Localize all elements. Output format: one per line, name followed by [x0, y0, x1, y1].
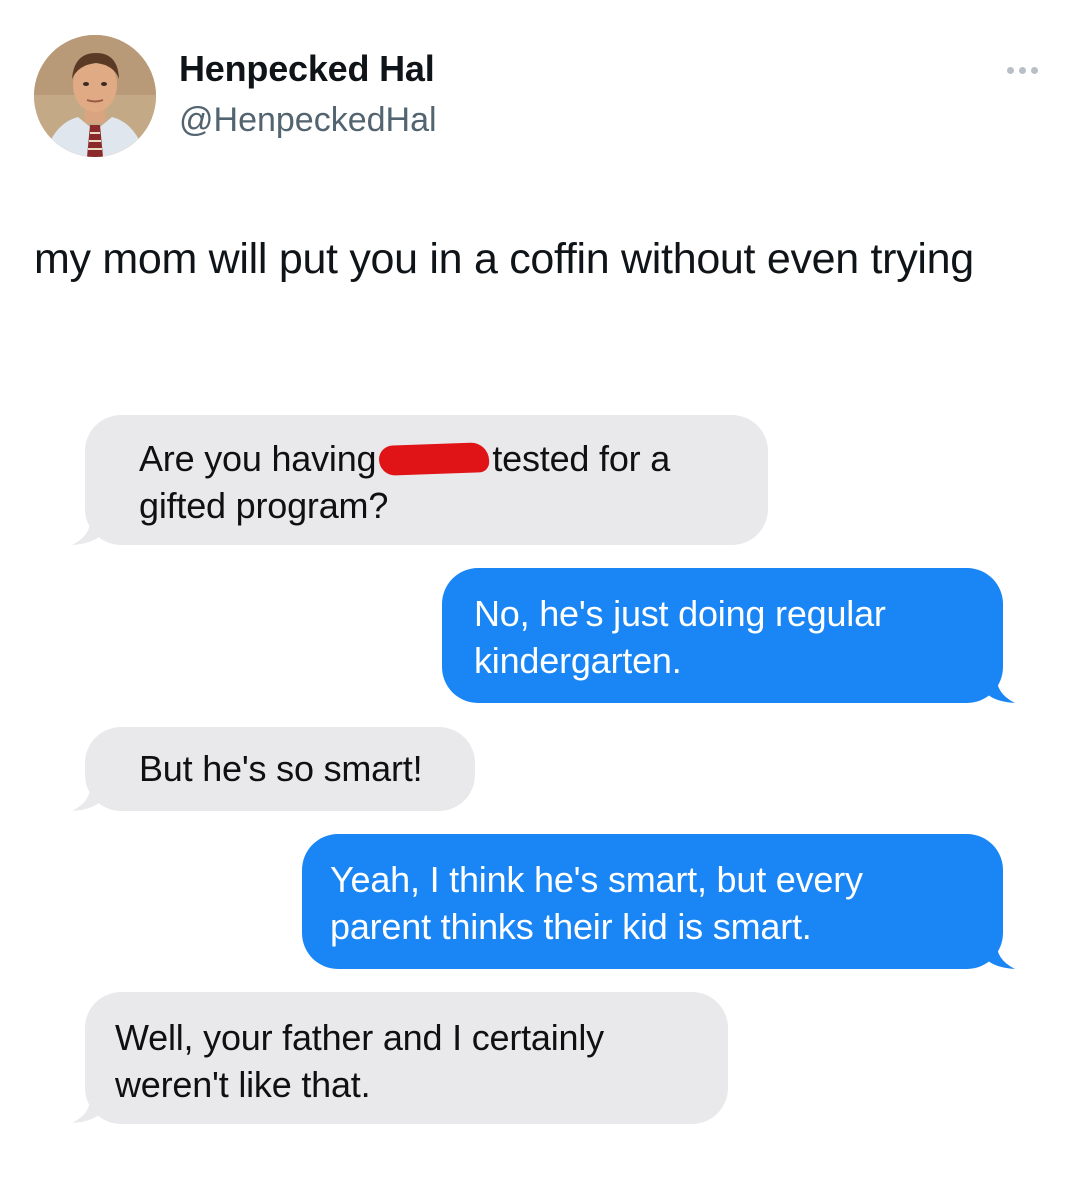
more-options-button[interactable] — [998, 54, 1046, 86]
bubble-tail-icon — [72, 1095, 104, 1123]
bubble-tail-icon — [72, 783, 104, 811]
message-text: parent thinks their kid is smart. — [330, 906, 812, 947]
outgoing-message-bubble: Yeah, I think he's smart, but every pare… — [302, 834, 1003, 969]
incoming-message-bubble: But he's so smart! — [85, 727, 475, 811]
more-dots-icon — [1018, 66, 1026, 74]
message-text: But he's so smart! — [139, 748, 423, 789]
more-dots-icon — [1030, 66, 1038, 74]
bubble-tail-icon — [983, 941, 1015, 969]
message-text: kindergarten. — [474, 640, 682, 681]
message-text: Yeah, I think he's smart, but every — [330, 859, 863, 900]
incoming-message-bubble: Well, your father and I certainly weren'… — [85, 992, 728, 1124]
user-handle[interactable]: @HenpeckedHal — [179, 101, 437, 140]
avatar[interactable] — [34, 35, 156, 157]
message-text: gifted program? — [139, 485, 389, 526]
redaction-mark — [378, 442, 490, 476]
outgoing-message-bubble: No, he's just doing regular kindergarten… — [442, 568, 1003, 703]
message-text: weren't like that. — [115, 1064, 371, 1105]
message-text: Well, your father and I certainly — [115, 1017, 604, 1058]
message-text: No, he's just doing regular — [474, 593, 886, 634]
bubble-tail-icon — [72, 517, 104, 545]
message-screenshot: Are you having tested for a gifted progra… — [60, 405, 1035, 1145]
display-name[interactable]: Henpecked Hal — [179, 48, 435, 90]
bubble-tail-icon — [983, 675, 1015, 703]
incoming-message-bubble: Are you having tested for a gifted progra… — [85, 415, 768, 545]
message-text: Are you having — [139, 438, 377, 479]
tweet-text: my mom will put you in a coffin without … — [34, 235, 974, 283]
message-text: tested for a — [492, 438, 671, 479]
message-line: Are you having tested for a — [139, 435, 768, 482]
profile-photo-icon — [34, 35, 156, 157]
more-dots-icon — [1006, 66, 1014, 74]
